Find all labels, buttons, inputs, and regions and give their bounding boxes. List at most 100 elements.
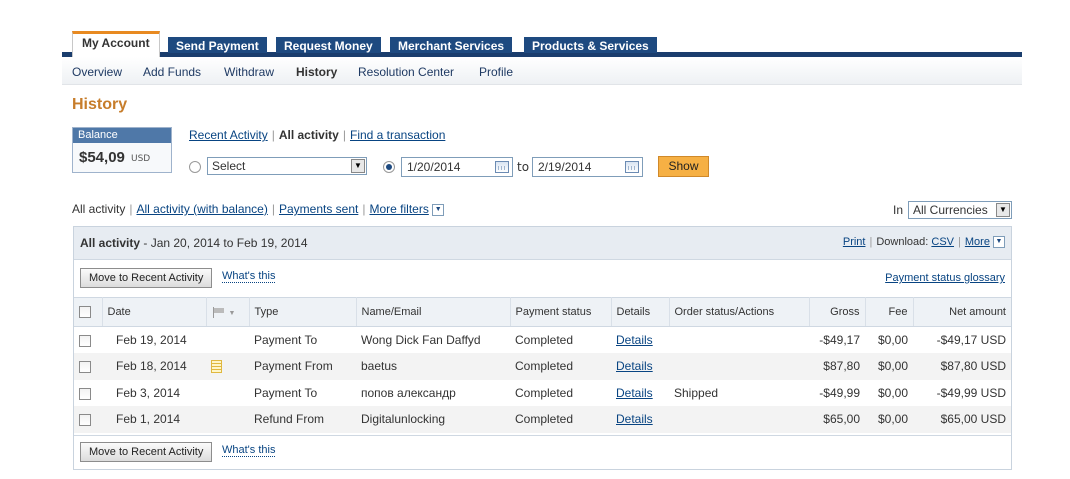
filter-all-activity[interactable]: All activity (72, 202, 125, 216)
view-switcher: Recent Activity | All activity | Find a tran… (189, 128, 445, 142)
gross-column-header: Gross (809, 297, 866, 327)
row-status: Completed (510, 406, 611, 433)
divider: | (129, 202, 133, 216)
type-column-header: Type (249, 297, 357, 327)
row-fee: $0,00 (877, 385, 908, 400)
row-note (206, 327, 249, 354)
row-select (74, 406, 102, 433)
tab-send-payment[interactable]: Send Payment (168, 37, 267, 53)
row-details: Details (611, 327, 669, 354)
calendar-icon[interactable] (495, 161, 509, 173)
activity-panel: All activity - Jan 20, 2014 to Feb 19, 2… (73, 226, 1012, 470)
row-order-status (669, 327, 809, 354)
calendar-icon[interactable] (625, 161, 639, 173)
balance-amount: $54,09 (79, 149, 125, 166)
csv-link[interactable]: CSV (931, 236, 954, 248)
period-select-value: Select (212, 159, 246, 173)
row-order-status (669, 406, 809, 433)
move-to-recent-button[interactable]: Move to Recent Activity (80, 268, 213, 288)
table-row[interactable]: Feb 19, 2014 Payment To Wong Dick Fan Da… (74, 327, 1011, 354)
row-note (206, 380, 249, 407)
row-date: Feb 1, 2014 (102, 406, 206, 433)
period-select[interactable]: Select ▼ (207, 157, 367, 175)
date-range-radio[interactable] (383, 161, 395, 173)
panel-actions: Print | Download: CSV | More ▼ (843, 236, 1005, 249)
table-header-row: Date ▼ Type Name/Email Payment status De… (74, 297, 1011, 327)
row-type: Payment From (249, 353, 356, 380)
print-link[interactable]: Print (843, 236, 866, 248)
currency-select[interactable]: All Currencies ▼ (908, 201, 1012, 219)
chevron-down-icon[interactable]: ▼ (432, 203, 445, 216)
row-details: Details (611, 406, 669, 433)
from-date-field[interactable]: 1/20/2014 (401, 157, 513, 177)
subnav-profile[interactable]: Profile (479, 65, 513, 79)
tab-my-account[interactable]: My Account (72, 31, 160, 57)
filter-payments-sent-link[interactable]: Payments sent (279, 202, 358, 216)
tab-request-money[interactable]: Request Money (276, 37, 381, 53)
chevron-down-icon: ▼ (996, 203, 1010, 217)
table-row[interactable]: Feb 1, 2014 Refund From Digitalunlocking… (74, 406, 1011, 433)
row-net: -$49,99 USD (936, 385, 1006, 400)
show-button[interactable]: Show (658, 156, 709, 177)
activity-panel-title: All activity - Jan 20, 2014 to Feb 19, 2… (80, 236, 308, 250)
row-date: Feb 19, 2014 (116, 333, 187, 347)
subnav-withdraw[interactable]: Withdraw (224, 65, 274, 79)
row-checkbox[interactable] (79, 387, 91, 400)
move-to-recent-button[interactable]: Move to Recent Activity (80, 442, 213, 462)
filter-row: All activity | All activity (with balance)… (72, 202, 445, 216)
page-title: History (72, 96, 128, 113)
payment-status-glossary-link[interactable]: Payment status glossary (885, 272, 1005, 284)
row-checkbox[interactable] (79, 361, 91, 374)
row-fee: $0,00 (865, 406, 913, 433)
row-order-status: Shipped (674, 385, 719, 400)
to-date-field[interactable]: 2/19/2014 (532, 157, 643, 177)
table-row[interactable]: Feb 18, 2014 Payment From baetus Complet… (74, 353, 1011, 380)
flag-icon (212, 306, 226, 318)
row-name: Digitalunlocking (356, 406, 510, 433)
net-amount-column-header: Net amount (913, 297, 1011, 327)
details-link[interactable]: Details (616, 333, 653, 347)
all-activity-current: All activity (278, 128, 339, 142)
row-select (74, 353, 102, 380)
select-all-header (74, 297, 103, 327)
subnav-overview[interactable]: Overview (72, 65, 122, 79)
subnav-history[interactable]: History (296, 65, 337, 79)
row-net: $65,00 USD (913, 406, 1011, 433)
select-all-checkbox[interactable] (79, 306, 91, 319)
chevron-down-icon: ▼ (228, 310, 236, 317)
filter-with-balance-link[interactable]: All activity (with balance) (136, 202, 267, 216)
fee-column-header: Fee (865, 297, 914, 327)
row-select (74, 380, 102, 407)
row-net: -$49,17 USD (936, 333, 1006, 347)
flag-column-header[interactable]: ▼ (206, 297, 250, 327)
row-status: Completed (515, 333, 574, 347)
more-link[interactable]: More (965, 236, 990, 248)
details-link[interactable]: Details (616, 386, 653, 400)
subnav-resolution-center[interactable]: Resolution Center (358, 65, 454, 79)
tab-products-services[interactable]: Products & Services (524, 37, 657, 53)
find-transaction-link[interactable]: Find a transaction (350, 128, 445, 142)
period-radio[interactable] (189, 161, 201, 173)
more-filters-link[interactable]: More filters (369, 202, 428, 216)
recent-activity-link[interactable]: Recent Activity (189, 128, 268, 142)
details-link[interactable]: Details (616, 359, 653, 373)
row-checkbox[interactable] (79, 414, 91, 427)
details-column-header: Details (611, 297, 670, 327)
row-checkbox[interactable] (79, 334, 91, 347)
table-row[interactable]: Feb 3, 2014 Payment To попов александр C… (74, 380, 1011, 407)
subnav-add-funds[interactable]: Add Funds (143, 65, 201, 79)
whats-this-link[interactable]: What's this (222, 444, 276, 457)
activity-panel-header: All activity - Jan 20, 2014 to Feb 19, 2… (74, 227, 1011, 260)
row-select (74, 327, 102, 354)
note-icon[interactable] (211, 360, 222, 374)
chevron-down-icon[interactable]: ▼ (993, 236, 1005, 249)
row-type: Payment To (254, 333, 318, 347)
date-column-header[interactable]: Date (102, 297, 207, 327)
divider: | (958, 236, 961, 248)
row-status: Completed (515, 385, 574, 400)
details-link[interactable]: Details (616, 412, 653, 426)
row-details: Details (611, 380, 669, 407)
tab-merchant-services[interactable]: Merchant Services (390, 37, 513, 53)
order-status-column-header: Order status/Actions (669, 297, 810, 327)
whats-this-link[interactable]: What's this (222, 270, 276, 283)
